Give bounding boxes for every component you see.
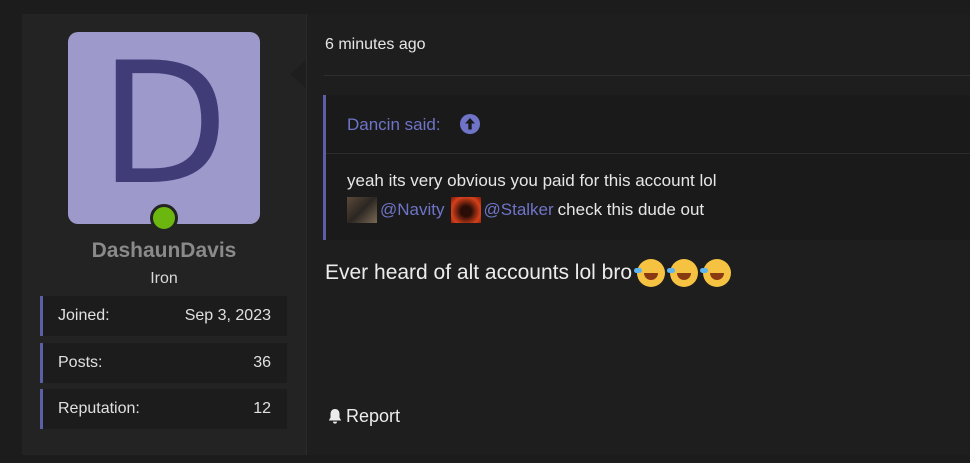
avatar-letter: D [99, 26, 229, 222]
quote-header: Dancin said: [326, 95, 970, 154]
quote-text-mentions: @Navity @Stalker check this dude out [347, 197, 704, 223]
post-timestamp[interactable]: 6 minutes ago [325, 36, 426, 54]
rofl-emoji-icon [667, 259, 699, 287]
user-rank: Iron [150, 270, 178, 287]
quote-text-tail: check this dude out [557, 200, 705, 219]
quote-block: Dancin said: yeah its very obvious you p… [323, 95, 970, 240]
stat-joined: Joined: Sep 3, 2023 [40, 296, 287, 336]
rofl-emoji-icon [634, 259, 666, 287]
avatar[interactable]: D [68, 32, 260, 224]
rofl-emoji-icon [700, 259, 732, 287]
stat-reputation: Reputation: 12 [40, 389, 287, 429]
bell-icon [328, 409, 342, 424]
divider [324, 75, 970, 76]
stat-value: Sep 3, 2023 [184, 307, 271, 324]
message-text: Ever heard of alt accounts lol bro [325, 261, 633, 284]
mention-link[interactable]: @Navity [380, 200, 445, 220]
report-button[interactable]: Report [327, 406, 400, 427]
quote-author[interactable]: Dancin said: [347, 115, 441, 135]
arrow-up-circle-icon[interactable] [460, 114, 480, 134]
forum-post: D DashaunDavis Iron Joined: Sep 3, 2023 … [22, 14, 970, 455]
user-panel-arrow [290, 60, 306, 88]
report-label: Report [346, 406, 401, 426]
stat-value: 12 [253, 400, 271, 417]
mention-link[interactable]: @Stalker [484, 200, 554, 220]
post-content: 6 minutes ago Dancin said: yeah its very… [306, 14, 970, 455]
mention-avatar[interactable] [450, 197, 481, 223]
quote-text: yeah its very obvious you paid for this … [347, 171, 717, 190]
online-status-icon [150, 204, 178, 232]
stat-value: 36 [253, 354, 271, 371]
mention-avatar[interactable] [347, 197, 377, 223]
stat-label: Joined: [58, 307, 110, 324]
post-message: Ever heard of alt accounts lol bro [325, 259, 732, 287]
stat-posts: Posts: 36 [40, 343, 287, 383]
username[interactable]: DashaunDavis [22, 239, 306, 263]
user-info-panel: D DashaunDavis Iron Joined: Sep 3, 2023 … [22, 14, 307, 455]
stat-label: Reputation: [58, 400, 140, 417]
stat-label: Posts: [58, 354, 103, 371]
